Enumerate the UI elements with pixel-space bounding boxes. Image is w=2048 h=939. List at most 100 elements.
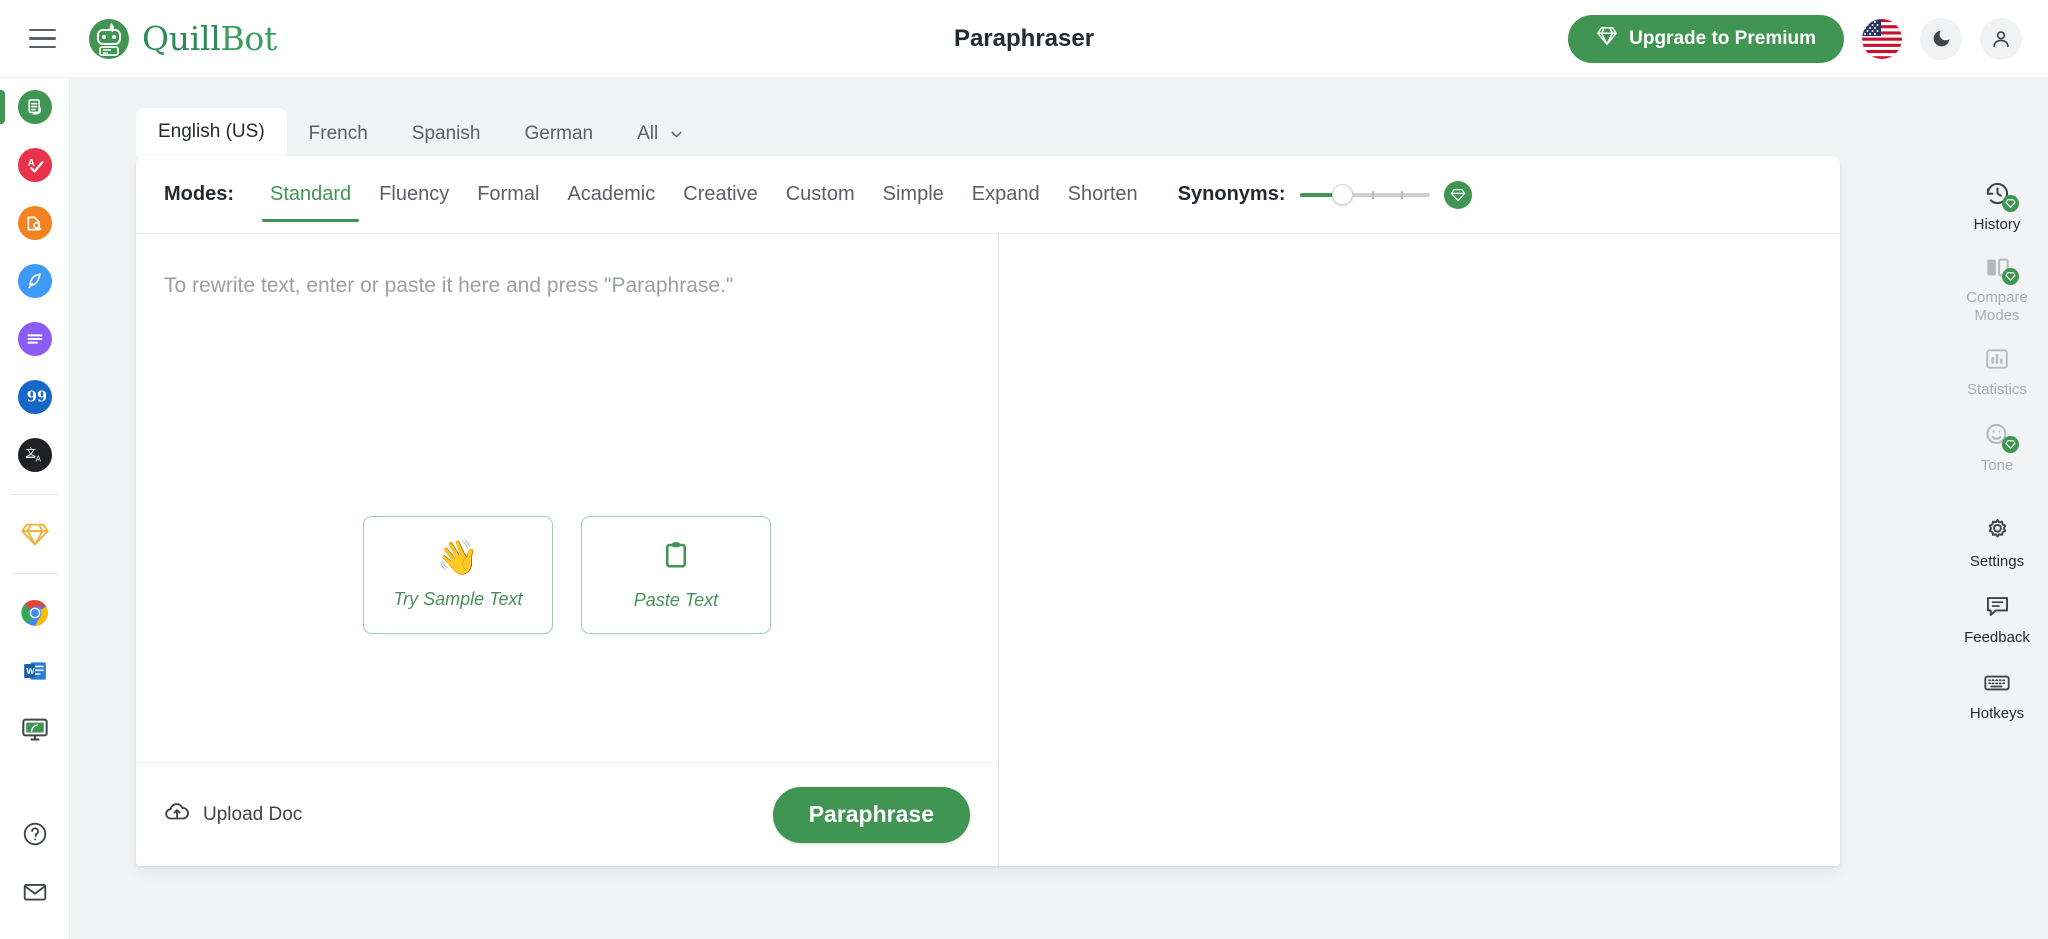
user-account-icon[interactable] bbox=[1980, 17, 2022, 60]
language-tabs: English (US) French Spanish German All bbox=[136, 108, 707, 156]
sidebar-item-desktop-app[interactable] bbox=[0, 700, 70, 758]
input-footer: Upload Doc Paraphrase bbox=[136, 762, 998, 866]
svg-text:W: W bbox=[26, 666, 35, 676]
moon-dark-mode-icon[interactable] bbox=[1920, 17, 1962, 60]
sidebar-divider bbox=[11, 494, 58, 495]
waving-hand-emoji: 👋 bbox=[436, 538, 480, 577]
rail-label: Compare Modes bbox=[1966, 289, 2028, 324]
sidebar-item-word-addin[interactable]: W bbox=[0, 642, 70, 700]
language-tab-french[interactable]: French bbox=[287, 112, 390, 156]
sidebar-item-summarizer[interactable] bbox=[0, 310, 70, 368]
sidebar-item-plagiarism-checker[interactable] bbox=[0, 194, 70, 252]
mode-custom[interactable]: Custom bbox=[772, 169, 869, 221]
mode-simple[interactable]: Simple bbox=[869, 169, 958, 221]
output-pane[interactable] bbox=[999, 234, 1840, 866]
mode-expand[interactable]: Expand bbox=[958, 169, 1054, 221]
slider-tick bbox=[1371, 190, 1374, 199]
mode-fluency[interactable]: Fluency bbox=[365, 169, 463, 221]
language-tab-spanish[interactable]: Spanish bbox=[390, 112, 503, 156]
mail-envelope-icon bbox=[18, 875, 52, 909]
mode-label: Standard bbox=[270, 183, 352, 205]
upgrade-label: Upgrade to Premium bbox=[1629, 27, 1816, 49]
language-tab-label: Spanish bbox=[411, 123, 481, 144]
summarizer-icon bbox=[17, 322, 52, 356]
mode-standard[interactable]: Standard bbox=[256, 169, 365, 222]
help-question-icon bbox=[18, 817, 52, 851]
plagiarism-checker-icon bbox=[17, 206, 52, 240]
history-clock-icon bbox=[1982, 179, 2019, 212]
rail-item-hotkeys[interactable]: Hotkeys bbox=[1949, 659, 2045, 731]
language-tab-label: English (US) bbox=[158, 121, 265, 142]
language-tab-english-us[interactable]: English (US) bbox=[136, 108, 287, 156]
rail-label: Hotkeys bbox=[1969, 704, 2025, 722]
quick-action-cards: 👋 Try Sample Text Paste Text bbox=[136, 516, 998, 634]
sidebar-item-citation-generator[interactable]: 99 bbox=[0, 368, 70, 426]
gold-diamond-icon bbox=[18, 517, 52, 551]
input-placeholder: To rewrite text, enter or paste it here … bbox=[164, 274, 734, 297]
svg-text:A: A bbox=[35, 454, 41, 463]
rail-item-history[interactable]: History bbox=[1949, 170, 2045, 242]
mode-creative[interactable]: Creative bbox=[669, 169, 771, 221]
rail-label: Statistics bbox=[1966, 380, 2027, 398]
right-tools-rail: History Compare Modes Statistics Tone Se… bbox=[1946, 78, 2048, 939]
mode-label: Expand bbox=[971, 183, 1040, 205]
tone-smiley-icon bbox=[1982, 420, 2019, 453]
rail-item-statistics[interactable]: Statistics bbox=[1949, 335, 2045, 407]
slider-thumb[interactable] bbox=[1331, 184, 1353, 205]
rail-label: Feedback bbox=[1964, 628, 2030, 646]
language-tab-label: All bbox=[637, 123, 659, 144]
chevron-down-icon bbox=[668, 126, 685, 143]
sidebar-item-translator[interactable]: 文 A bbox=[0, 426, 70, 484]
mode-label: Formal bbox=[477, 183, 540, 205]
premium-badge-icon bbox=[2002, 268, 2019, 285]
sidebar-item-premium[interactable] bbox=[0, 505, 70, 563]
rail-item-compare-modes[interactable]: Compare Modes bbox=[1949, 246, 2045, 331]
editor-panes: To rewrite text, enter or paste it here … bbox=[136, 234, 1840, 866]
language-tab-all[interactable]: All bbox=[615, 112, 707, 156]
sidebar-item-contact[interactable] bbox=[0, 863, 70, 921]
sidebar-divider bbox=[11, 573, 58, 574]
paraphraser-card: Modes: Standard Fluency Formal Academic … bbox=[136, 156, 1840, 866]
chrome-icon bbox=[18, 596, 52, 630]
rail-item-settings[interactable]: Settings bbox=[1949, 507, 2045, 579]
mode-formal[interactable]: Formal bbox=[463, 169, 553, 221]
header-actions: Upgrade to Premium bbox=[1568, 14, 2022, 63]
sidebar-item-grammar-checker[interactable]: A bbox=[0, 136, 70, 194]
quillbot-logo[interactable]: QuillBot bbox=[88, 18, 277, 60]
mode-academic[interactable]: Academic bbox=[553, 169, 669, 221]
us-flag-icon[interactable] bbox=[1862, 18, 1902, 59]
language-tab-label: French bbox=[308, 123, 368, 144]
grammar-checker-icon: A bbox=[17, 148, 52, 182]
rail-item-tone[interactable]: Tone bbox=[1949, 411, 2045, 483]
quotes-citation-icon: 99 bbox=[17, 380, 52, 414]
mode-shorten[interactable]: Shorten bbox=[1054, 169, 1152, 221]
premium-badge-icon bbox=[2002, 194, 2019, 212]
input-pane[interactable]: To rewrite text, enter or paste it here … bbox=[136, 234, 998, 866]
sidebar-item-help[interactable] bbox=[0, 805, 70, 863]
sidebar-item-chrome-extension[interactable] bbox=[0, 584, 70, 642]
sidebar-item-co-writer[interactable] bbox=[0, 252, 70, 310]
sidebar-item-paraphraser[interactable] bbox=[0, 78, 70, 136]
slider-tick bbox=[1400, 190, 1403, 199]
mode-label: Academic bbox=[567, 183, 656, 205]
translator-icon: 文 A bbox=[17, 438, 52, 472]
try-sample-text-card[interactable]: 👋 Try Sample Text bbox=[363, 516, 553, 634]
synonyms-premium-diamond-icon[interactable] bbox=[1443, 180, 1472, 209]
language-tab-german[interactable]: German bbox=[502, 112, 615, 156]
rail-item-feedback[interactable]: Feedback bbox=[1949, 583, 2045, 655]
keyboard-hotkeys-icon bbox=[1982, 668, 2012, 698]
hamburger-menu-icon[interactable] bbox=[20, 17, 64, 61]
clipboard-icon bbox=[661, 540, 691, 576]
svg-text:99: 99 bbox=[26, 389, 45, 406]
upload-doc-button[interactable]: Upload Doc bbox=[164, 799, 302, 831]
mode-label: Custom bbox=[785, 183, 855, 205]
upgrade-to-premium-button[interactable]: Upgrade to Premium bbox=[1568, 14, 1844, 63]
rail-label: History bbox=[1973, 215, 2021, 233]
synonyms-slider[interactable] bbox=[1299, 184, 1430, 206]
paraphrase-button[interactable]: Paraphrase bbox=[772, 786, 970, 843]
paste-text-label: Paste Text bbox=[633, 589, 719, 610]
paste-text-card[interactable]: Paste Text bbox=[581, 516, 771, 634]
rail-label: Tone bbox=[1980, 456, 2014, 474]
modes-toolbar: Modes: Standard Fluency Formal Academic … bbox=[136, 156, 1840, 234]
modes-label: Modes: bbox=[164, 183, 234, 205]
